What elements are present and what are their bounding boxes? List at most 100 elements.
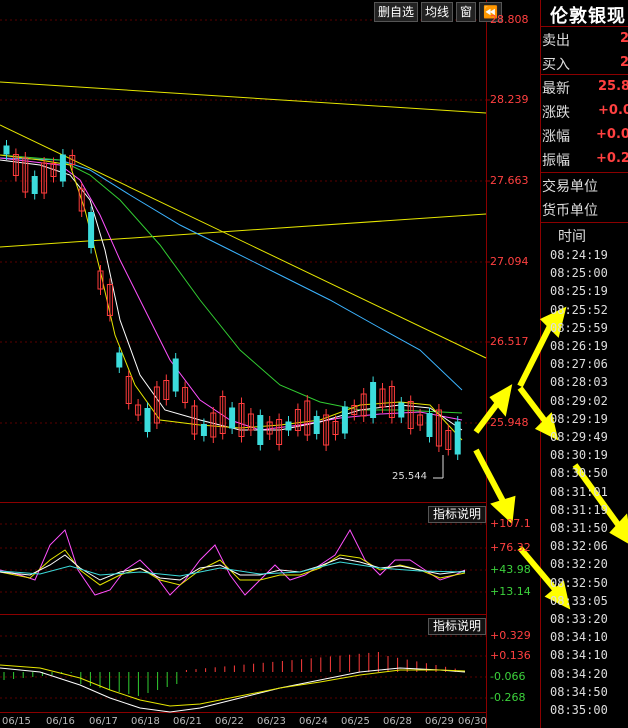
change-label: 涨跌: [542, 105, 570, 121]
candle-body: [116, 352, 123, 368]
time-item: 08:34:50: [550, 684, 608, 699]
time-item: 08:25:59: [550, 320, 608, 335]
sell-label: 卖出: [542, 33, 570, 49]
window-button[interactable]: 窗: [456, 2, 477, 22]
price-tick: 28.808: [490, 13, 529, 26]
time-item: 08:25:00: [550, 266, 608, 281]
buy-value: 2: [620, 55, 628, 70]
kdj-tick: +76.32: [490, 541, 531, 554]
candle-body: [454, 421, 461, 455]
macd-dif: [0, 667, 466, 713]
kdj-tick: +43.98: [490, 563, 531, 576]
candle-body: [229, 407, 236, 429]
date-tick: 06/23: [257, 716, 286, 727]
candle-body: [426, 413, 433, 437]
time-item: 08:33:20: [550, 612, 608, 626]
price-tick: 27.663: [490, 174, 529, 187]
chart-toolbar: 删自选 均线 窗 ⏪: [374, 2, 502, 22]
last-value: 25.8: [598, 79, 628, 94]
candle-body: [398, 402, 405, 418]
time-column-header: 时间: [558, 229, 586, 245]
date-tick: 06/18: [131, 716, 160, 727]
time-item: 08:25:52: [550, 302, 608, 317]
macd-tick: -0.066: [490, 670, 526, 683]
instrument-title: 伦敦银现: [550, 6, 626, 27]
kdj-d: [0, 549, 466, 586]
remove-favorite-button[interactable]: 删自选: [374, 2, 419, 22]
time-item: 08:29:02: [550, 393, 608, 408]
price-tick: 26.517: [490, 335, 529, 348]
date-tick: 06/24: [299, 716, 328, 727]
ma-green: [0, 154, 463, 414]
trendline-upper: [0, 81, 487, 114]
time-item: 08:31:19: [550, 502, 608, 517]
time-item: 08:29:49: [550, 430, 608, 444]
time-item: 08:27:06: [550, 357, 608, 372]
date-tick: 06/16: [46, 716, 75, 727]
time-item: 08:34:10: [550, 630, 608, 645]
ma-magenta: [0, 157, 463, 431]
date-tick: 06/30: [458, 716, 487, 727]
time-item: 08:34:20: [550, 666, 608, 681]
macd-histogram: [3, 652, 456, 696]
date-tick: 06/25: [341, 716, 370, 727]
date-tick: 06/29: [425, 716, 454, 727]
last-label: 最新: [542, 81, 570, 97]
time-item: 08:30:19: [550, 448, 608, 463]
pct-label: 涨幅: [542, 129, 570, 145]
min-price-label: 25.544: [392, 471, 427, 482]
date-tick: 06/21: [173, 716, 202, 727]
time-item: 08:33:05: [550, 593, 608, 608]
pct-value: +0.02: [596, 127, 628, 142]
candle-body: [257, 415, 264, 445]
buy-label: 买入: [542, 57, 570, 73]
candle-body: [313, 416, 320, 434]
price-tick: 25.948: [490, 416, 529, 429]
candle-body: [144, 408, 151, 432]
ma-button[interactable]: 均线: [421, 2, 454, 22]
kdj-tick: +107.1: [490, 517, 531, 530]
candle-body: [341, 406, 348, 434]
macd-tick: +0.329: [490, 629, 531, 642]
time-item: 08:25:19: [550, 284, 608, 299]
kdj-j: [0, 554, 466, 581]
macd-tick: -0.268: [490, 691, 526, 704]
time-item: 08:28:03: [550, 375, 608, 390]
candle-body: [88, 212, 95, 248]
indicator-help-button[interactable]: 指标说明: [428, 506, 487, 523]
sell-value: 2: [620, 31, 628, 46]
time-item: 08:31:50: [550, 521, 608, 535]
ma-cyan: [0, 157, 463, 391]
candle-body: [200, 424, 207, 436]
price-tick: 28.239: [490, 93, 529, 106]
trade-unit-label: 交易单位: [542, 179, 598, 195]
kdj-k: [0, 528, 466, 596]
time-item: 08:29:19: [550, 411, 608, 426]
time-item: 08:32:20: [550, 557, 608, 572]
time-item: 08:31:01: [550, 484, 608, 499]
indicator-help-button[interactable]: 指标说明: [428, 618, 487, 635]
change-value: +0.0: [598, 103, 628, 118]
kdj-tick: +13.14: [490, 585, 531, 598]
amplitude-value: +0.22: [596, 151, 628, 166]
time-item: 08:24:19: [550, 248, 608, 262]
candle-body: [3, 145, 10, 155]
candle-body: [31, 176, 38, 194]
currency-unit-label: 货币单位: [542, 203, 598, 219]
trendline-down: [0, 124, 487, 359]
candle-body: [285, 421, 292, 431]
candlesticks: [3, 140, 461, 460]
candle-body: [59, 154, 66, 182]
time-item: 08:30:50: [550, 466, 608, 481]
candle-body: [370, 382, 377, 418]
price-tick: 27.094: [490, 255, 529, 268]
ma-white: [0, 159, 463, 431]
price-chart[interactable]: [0, 0, 628, 728]
date-tick: 06/15: [2, 716, 31, 727]
time-item: 08:32:50: [550, 575, 608, 590]
time-item: 08:34:10: [550, 648, 608, 663]
kdj-cyan: [0, 561, 466, 577]
date-tick: 06/28: [383, 716, 412, 727]
time-item: 08:35:00: [550, 703, 608, 717]
macd-tick: +0.136: [490, 649, 531, 662]
